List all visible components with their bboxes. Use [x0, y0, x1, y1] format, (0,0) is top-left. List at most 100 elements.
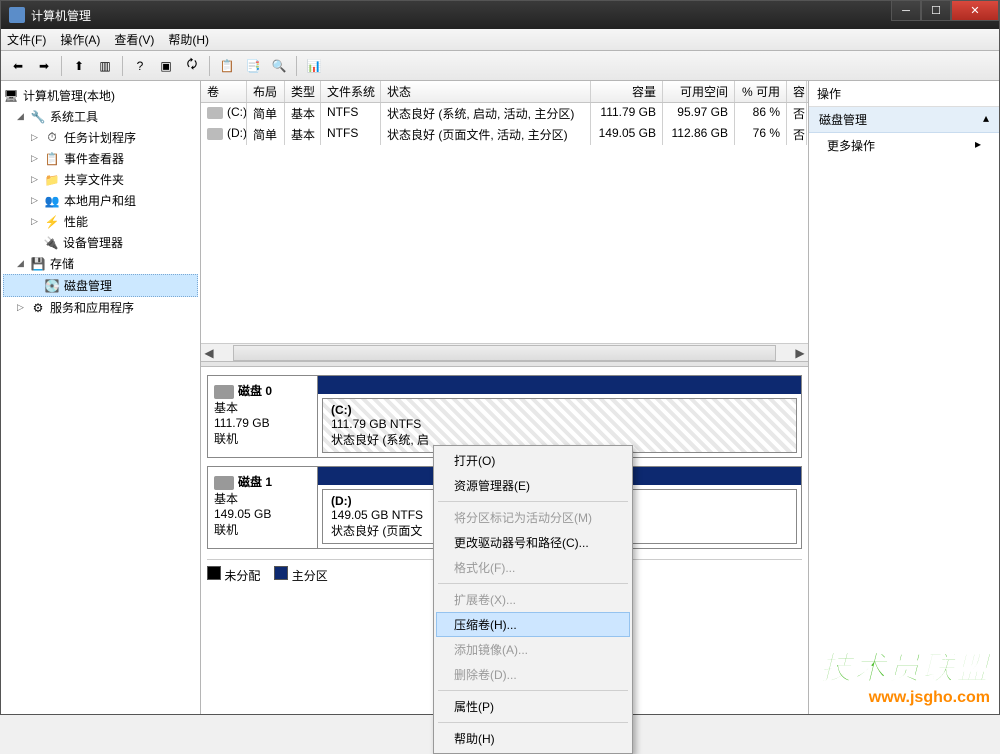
ctx-separator	[438, 722, 628, 723]
submenu-icon: ▸	[975, 137, 981, 154]
watermark-text: 技术员联盟	[820, 643, 990, 689]
toolbar-separator	[209, 56, 210, 76]
tree-shared-folders[interactable]: ▷📁共享文件夹	[3, 169, 198, 190]
collapse-icon[interactable]: ◢	[15, 258, 26, 269]
forward-button[interactable]: ➡	[33, 55, 55, 77]
ctx-separator	[438, 501, 628, 502]
window-title: 计算机管理	[31, 7, 91, 24]
actions-section-header[interactable]: 磁盘管理▴	[809, 107, 999, 133]
expand-icon[interactable]: ▷	[29, 216, 40, 227]
expand-icon[interactable]: ▷	[29, 174, 40, 185]
ctx-open[interactable]: 打开(O)	[436, 448, 630, 473]
back-button[interactable]: ⬅	[7, 55, 29, 77]
close-button[interactable]: ✕	[951, 1, 999, 21]
ctx-mirror: 添加镜像(A)...	[436, 637, 630, 662]
volume-list-header: 卷 布局 类型 文件系统 状态 容量 可用空间 % 可用 容	[201, 81, 808, 103]
col-layout[interactable]: 布局	[247, 81, 285, 102]
tree-disk-management[interactable]: 💽磁盘管理	[3, 274, 198, 297]
ctx-separator	[438, 583, 628, 584]
watermark-url: www.jsgho.com	[820, 689, 990, 707]
tree-storage[interactable]: ◢💾存储	[3, 253, 198, 274]
titlebar[interactable]: 计算机管理 ─ ☐ ✕	[1, 1, 999, 29]
col-fault[interactable]: 容	[787, 81, 807, 102]
actions-more[interactable]: 更多操作▸	[809, 133, 999, 158]
ctx-extend: 扩展卷(X)...	[436, 587, 630, 612]
disk-meta: 磁盘 1 基本 149.05 GB 联机	[208, 467, 318, 548]
window-controls: ─ ☐ ✕	[891, 1, 999, 21]
expand-icon[interactable]: ▷	[29, 195, 40, 206]
tree-system-tools[interactable]: ◢🔧系统工具	[3, 106, 198, 127]
disk-meta: 磁盘 0 基本 111.79 GB 联机	[208, 376, 318, 457]
collapse-icon[interactable]: ◢	[15, 111, 26, 122]
ctx-shrink[interactable]: 压缩卷(H)...	[436, 612, 630, 637]
ctx-mark-active: 将分区标记为活动分区(M)	[436, 505, 630, 530]
volume-list: 卷 布局 类型 文件系统 状态 容量 可用空间 % 可用 容 (C:) 简单 基…	[201, 81, 808, 361]
toolbar-separator	[296, 56, 297, 76]
scroll-track[interactable]	[233, 345, 776, 361]
ctx-change-letter[interactable]: 更改驱动器号和路径(C)...	[436, 530, 630, 555]
drive-icon	[207, 128, 223, 140]
tree-performance[interactable]: ▷⚡性能	[3, 211, 198, 232]
show-hide-tree-button[interactable]: ▥	[94, 55, 116, 77]
ctx-explorer[interactable]: 资源管理器(E)	[436, 473, 630, 498]
scroll-right-icon[interactable]: ▶	[792, 345, 808, 361]
menubar: 文件(F) 操作(A) 查看(V) 帮助(H)	[1, 29, 999, 51]
legend-swatch-unallocated	[207, 566, 221, 580]
minimize-button[interactable]: ─	[891, 1, 921, 21]
ctx-properties[interactable]: 属性(P)	[436, 694, 630, 719]
col-type[interactable]: 类型	[285, 81, 321, 102]
collapse-icon[interactable]: ▴	[983, 111, 989, 128]
ctx-delete: 删除卷(D)...	[436, 662, 630, 687]
volume-row[interactable]: (C:) 简单 基本 NTFS 状态良好 (系统, 启动, 活动, 主分区) 1…	[201, 103, 808, 124]
col-filesystem[interactable]: 文件系统	[321, 81, 381, 102]
context-menu: 打开(O) 资源管理器(E) 将分区标记为活动分区(M) 更改驱动器号和路径(C…	[433, 445, 633, 754]
tool-6[interactable]: 📑	[242, 55, 264, 77]
disk-icon	[214, 385, 234, 399]
toolbar: ⬅ ➡ ⬆ ▥ ? ▣ 🗘 📋 📑 🔍 📊	[1, 51, 999, 81]
scroll-left-icon[interactable]: ◀	[201, 345, 217, 361]
actions-panel: 操作 磁盘管理▴ 更多操作▸	[809, 81, 999, 714]
col-volume[interactable]: 卷	[201, 81, 247, 102]
tree-local-users[interactable]: ▷👥本地用户和组	[3, 190, 198, 211]
tool-7[interactable]: 🔍	[268, 55, 290, 77]
volume-list-body[interactable]: (C:) 简单 基本 NTFS 状态良好 (系统, 启动, 活动, 主分区) 1…	[201, 103, 808, 343]
menu-view[interactable]: 查看(V)	[114, 31, 154, 48]
menu-help[interactable]: 帮助(H)	[168, 31, 209, 48]
tree-services[interactable]: ▷⚙服务和应用程序	[3, 297, 198, 318]
help-button[interactable]: ?	[129, 55, 151, 77]
col-free[interactable]: 可用空间	[663, 81, 735, 102]
expand-icon[interactable]: ▷	[29, 153, 40, 164]
properties-button[interactable]: ▣	[155, 55, 177, 77]
menu-file[interactable]: 文件(F)	[7, 31, 46, 48]
tree-task-scheduler[interactable]: ▷⏱任务计划程序	[3, 127, 198, 148]
actions-title: 操作	[809, 81, 999, 107]
disk-bar-header	[318, 376, 801, 394]
disk-icon	[214, 476, 234, 490]
col-capacity[interactable]: 容量	[591, 81, 663, 102]
drive-icon	[207, 107, 223, 119]
refresh-button[interactable]: 🗘	[181, 55, 203, 77]
tool-8[interactable]: 📊	[303, 55, 325, 77]
up-button[interactable]: ⬆	[68, 55, 90, 77]
volume-row[interactable]: (D:) 简单 基本 NTFS 状态良好 (页面文件, 活动, 主分区) 149…	[201, 124, 808, 145]
app-icon	[9, 7, 25, 23]
col-status[interactable]: 状态	[381, 81, 591, 102]
toolbar-separator	[122, 56, 123, 76]
tree-event-viewer[interactable]: ▷📋事件查看器	[3, 148, 198, 169]
legend-swatch-primary	[274, 566, 288, 580]
tree-root[interactable]: 🖥计算机管理(本地)	[3, 85, 198, 106]
maximize-button[interactable]: ☐	[921, 1, 951, 21]
toolbar-separator	[61, 56, 62, 76]
tree-device-manager[interactable]: 🔌设备管理器	[3, 232, 198, 253]
expand-icon[interactable]: ▷	[29, 132, 40, 143]
ctx-help[interactable]: 帮助(H)	[436, 726, 630, 751]
col-percent[interactable]: % 可用	[735, 81, 787, 102]
h-scrollbar[interactable]: ◀ ▶	[201, 343, 808, 361]
tool-5[interactable]: 📋	[216, 55, 238, 77]
menu-action[interactable]: 操作(A)	[60, 31, 100, 48]
expand-icon[interactable]: ▷	[15, 302, 26, 313]
watermark: 技术员联盟 www.jsgho.com	[820, 643, 990, 707]
tree-panel[interactable]: 🖥计算机管理(本地) ◢🔧系统工具 ▷⏱任务计划程序 ▷📋事件查看器 ▷📁共享文…	[1, 81, 201, 714]
ctx-separator	[438, 690, 628, 691]
ctx-format: 格式化(F)...	[436, 555, 630, 580]
